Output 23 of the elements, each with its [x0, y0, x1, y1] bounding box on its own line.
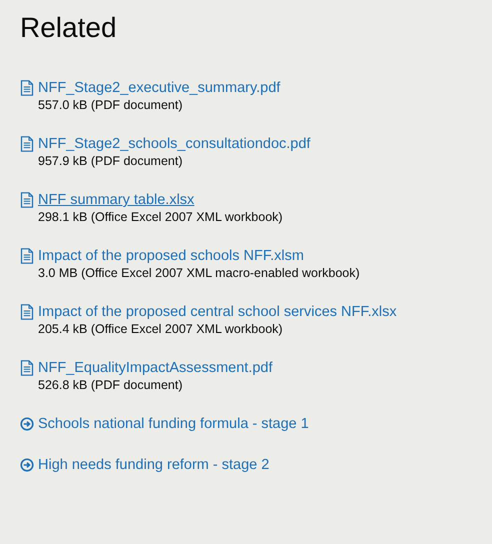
- arrow-circle-icon: [20, 416, 34, 432]
- file-link[interactable]: NFF summary table.xlsx: [38, 192, 194, 208]
- document-icon: [20, 248, 34, 264]
- file-link[interactable]: NFF_Stage2_executive_summary.pdf: [38, 80, 280, 96]
- document-icon: [20, 360, 34, 376]
- page-link[interactable]: Schools national funding formula - stage 1: [38, 416, 309, 432]
- document-icon: [20, 136, 34, 152]
- file-link[interactable]: Impact of the proposed schools NFF.xlsm: [38, 248, 304, 264]
- document-icon: [20, 192, 34, 208]
- file-size: 957.9 kB (PDF document): [38, 154, 184, 168]
- file-size: 557.0 kB (PDF document): [38, 98, 184, 112]
- file-size: 205.4 kB (Office Excel 2007 XML workbook): [38, 322, 284, 336]
- file-link[interactable]: NFF_Stage2_schools_consultationdoc.pdf: [38, 136, 310, 152]
- section-heading: Related: [20, 12, 118, 44]
- arrow-circle-icon: [20, 457, 34, 473]
- file-size: 298.1 kB (Office Excel 2007 XML workbook): [38, 210, 284, 224]
- file-link[interactable]: Impact of the proposed central school services NFF.xlsx: [38, 304, 397, 320]
- document-icon: [20, 304, 34, 320]
- file-size: 526.8 kB (PDF document): [38, 378, 184, 392]
- document-icon: [20, 80, 34, 96]
- page-link[interactable]: High needs funding reform - stage 2: [38, 457, 270, 473]
- file-link[interactable]: NFF_EqualityImpactAssessment.pdf: [38, 360, 273, 376]
- file-size: 3.0 MB (Office Excel 2007 XML macro-enabled workbook): [38, 266, 361, 280]
